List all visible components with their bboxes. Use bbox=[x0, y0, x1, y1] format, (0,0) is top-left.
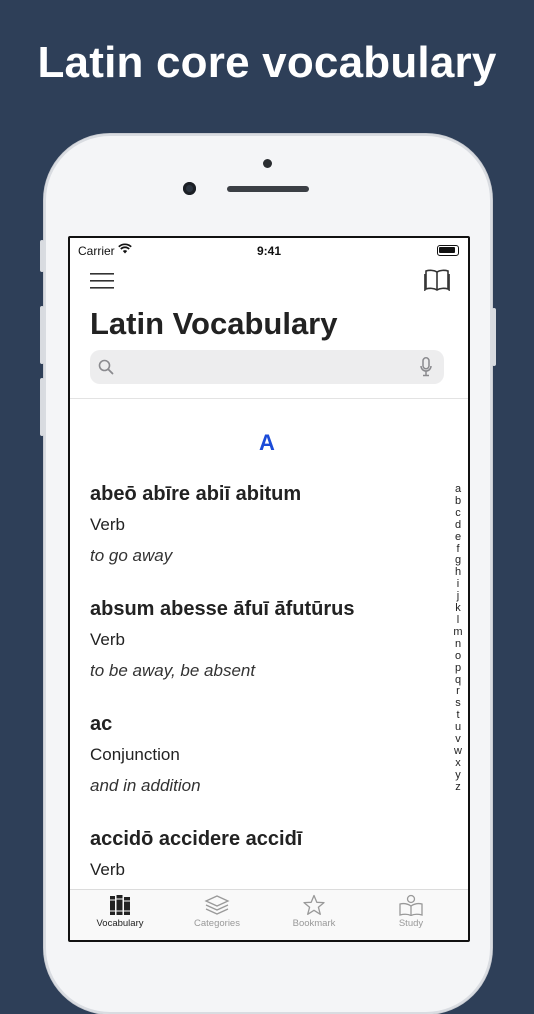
list-item[interactable]: abeō abīre abiī abitum Verb to go away bbox=[90, 482, 440, 597]
entry-term: absum abesse āfuī āfutūrus bbox=[90, 598, 355, 620]
battery-icon bbox=[437, 245, 459, 256]
mute-switch bbox=[40, 240, 44, 272]
status-time: 9:41 bbox=[256, 244, 282, 258]
app-screen: Carrier 9:41 Latin Vocabulary A abeō abī… bbox=[68, 236, 470, 942]
entry-part-of-speech: Conjunction bbox=[90, 745, 180, 764]
search-icon bbox=[98, 359, 114, 375]
index-letter-p[interactable]: p bbox=[452, 662, 464, 675]
index-letter-y[interactable]: y bbox=[452, 769, 464, 782]
search-bar[interactable] bbox=[90, 350, 444, 386]
open-book-icon[interactable] bbox=[424, 268, 450, 292]
tab-categories[interactable]: Categories bbox=[172, 894, 262, 929]
index-letter-z[interactable]: z bbox=[452, 781, 464, 794]
proximity-sensor bbox=[263, 159, 272, 168]
tab-label: Bookmark bbox=[292, 918, 336, 929]
entry-part-of-speech: Verb bbox=[90, 515, 125, 534]
tab-bar: Vocabulary Categories Bookmark Study bbox=[70, 889, 468, 940]
entry-term: ac bbox=[90, 713, 113, 735]
page-title: Latin Vocabulary bbox=[90, 306, 338, 341]
index-letter-m[interactable]: m bbox=[452, 626, 464, 639]
tab-label: Study bbox=[398, 918, 424, 929]
status-bar: Carrier 9:41 bbox=[70, 238, 468, 262]
tab-study[interactable]: Study bbox=[366, 894, 456, 929]
entry-part-of-speech: Verb bbox=[90, 860, 125, 879]
books-icon bbox=[110, 895, 130, 915]
index-letter-x[interactable]: x bbox=[452, 757, 464, 770]
tab-label: Categories bbox=[194, 918, 240, 929]
earpiece-speaker bbox=[227, 186, 309, 192]
volume-up-button bbox=[40, 306, 44, 364]
microphone-icon[interactable] bbox=[420, 357, 432, 377]
index-letter-c[interactable]: c bbox=[452, 507, 464, 520]
stack-icon bbox=[204, 895, 230, 915]
star-icon bbox=[303, 894, 325, 915]
list-item[interactable]: absum abesse āfuī āfutūrus Verb to be aw… bbox=[90, 597, 440, 712]
header-divider bbox=[70, 398, 468, 399]
entry-meaning: and in addition bbox=[90, 776, 201, 795]
promo-headline: Latin core vocabulary bbox=[37, 38, 497, 87]
power-button bbox=[492, 308, 496, 366]
index-letter-d[interactable]: d bbox=[452, 519, 464, 532]
alphabet-index[interactable]: abcdefghijklmnopqrstuvwxyz bbox=[452, 483, 464, 794]
phone-frame: Carrier 9:41 Latin Vocabulary A abeō abī… bbox=[40, 134, 496, 1014]
section-header: A bbox=[259, 430, 275, 455]
volume-down-button bbox=[40, 378, 44, 436]
index-letter-e[interactable]: e bbox=[452, 531, 464, 544]
tab-vocabulary[interactable]: Vocabulary bbox=[75, 894, 165, 929]
vocabulary-list: abeō abīre abiī abitum Verb to go away a… bbox=[90, 482, 440, 940]
front-camera bbox=[183, 182, 196, 195]
study-icon bbox=[399, 894, 423, 916]
entry-term: accidō accidere accidī bbox=[90, 828, 303, 850]
entry-part-of-speech: Verb bbox=[90, 630, 125, 649]
list-item[interactable]: ac Conjunction and in addition bbox=[90, 712, 440, 827]
index-letter-n[interactable]: n bbox=[452, 638, 464, 651]
entry-meaning: to be away, be absent bbox=[90, 661, 256, 680]
tab-label: Vocabulary bbox=[96, 918, 144, 929]
entry-meaning: to go away bbox=[90, 546, 173, 565]
search-input[interactable] bbox=[120, 350, 414, 386]
entry-term: abeō abīre abiī abitum bbox=[90, 483, 302, 505]
hamburger-menu-icon[interactable] bbox=[90, 272, 114, 290]
tab-bookmark[interactable]: Bookmark bbox=[269, 894, 359, 929]
index-letter-o[interactable]: o bbox=[452, 650, 464, 663]
